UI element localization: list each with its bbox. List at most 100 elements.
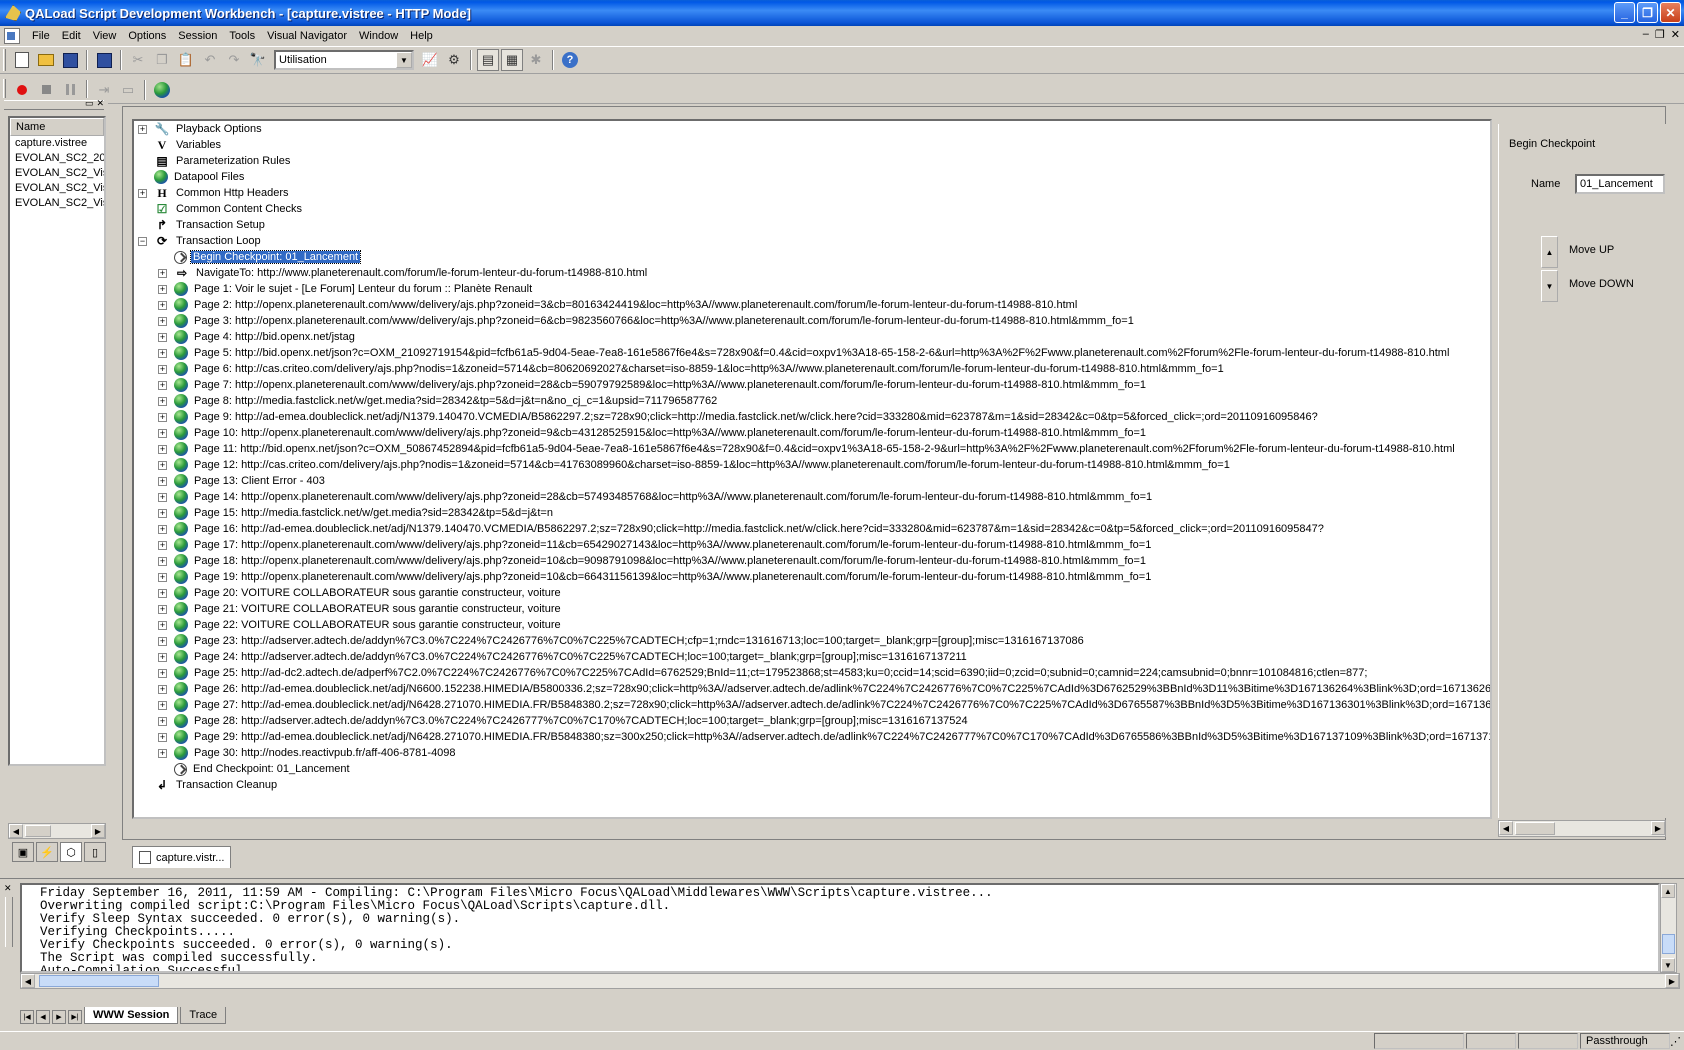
expand-plus-icon[interactable]: + <box>158 348 167 358</box>
session-type-select[interactable]: Utilisation ▼ <box>274 50 414 70</box>
file-item[interactable]: capture.vistree <box>10 136 104 151</box>
tree-node-common-content-checks[interactable]: ☑ Common Content Checks <box>138 201 1490 217</box>
tree-node-page[interactable]: + Page 7: http://openx.planeterenault.com… <box>138 377 1490 393</box>
tree-node-page[interactable]: + Page 17: http://openx.planeterenault.co… <box>138 537 1490 553</box>
tree-node-page[interactable]: + Page 3: http://openx.planeterenault.com… <box>138 313 1490 329</box>
tree-node-parameterization-rules[interactable]: ▤ Parameterization Rules <box>138 153 1490 169</box>
tree-node-page[interactable]: + Page 24: http://adserver.adtech.de/addy… <box>138 649 1490 665</box>
expand-plus-icon[interactable]: + <box>158 604 167 614</box>
resize-grip-icon[interactable]: ⋰ <box>1670 1035 1684 1048</box>
expand-plus-icon[interactable]: + <box>158 540 167 550</box>
tree-node-datapool-files[interactable]: Datapool Files <box>138 169 1490 185</box>
mdi-restore-button[interactable]: ❐ <box>1655 28 1665 41</box>
panel-pin-icon[interactable]: ▭ <box>85 98 94 109</box>
tree-node-transaction-setup[interactable]: ↱ Transaction Setup <box>138 217 1490 233</box>
menu-help[interactable]: Help <box>404 28 439 44</box>
find-icon[interactable]: 🔭 <box>247 49 269 71</box>
scroll-thumb[interactable] <box>1515 822 1555 835</box>
output-close-icon[interactable]: ✕ <box>4 883 12 894</box>
tree-node-page[interactable]: + Page 29: http://ad-emea.doubleclick.net… <box>138 729 1490 745</box>
file-item[interactable]: EVOLAN_SC2_Vis <box>10 196 104 211</box>
convert-icon[interactable]: ⚙ <box>443 49 465 71</box>
expand-plus-icon[interactable]: + <box>158 636 167 646</box>
tree-node-page[interactable]: + Page 1: Voir le sujet - [Le Forum] Lent… <box>138 281 1490 297</box>
tree-node-transaction-loop[interactable]: − ⟳ Transaction Loop <box>138 233 1490 249</box>
convert-capture-icon[interactable]: ▭ <box>117 79 139 101</box>
tree-node-page[interactable]: + Page 26: http://ad-emea.doubleclick.net… <box>138 681 1490 697</box>
tree-node-page[interactable]: + Page 13: Client Error - 403 <box>138 473 1490 489</box>
expand-plus-icon[interactable]: + <box>158 332 167 342</box>
tree-node-page[interactable]: + Page 11: http://bid.openx.net/json?c=OX… <box>138 441 1490 457</box>
tree-node-page[interactable]: + Page 10: http://openx.planeterenault.co… <box>138 425 1490 441</box>
tree-node-transaction-cleanup[interactable]: ↲ Transaction Cleanup <box>138 777 1490 793</box>
properties-hscrollbar[interactable]: ◀ ▶ <box>1498 820 1666 837</box>
expand-plus-icon[interactable]: + <box>158 284 167 294</box>
undo-icon[interactable]: ↶ <box>199 49 221 71</box>
maximize-button[interactable]: ❐ <box>1637 2 1658 23</box>
mdi-close-button[interactable]: ✕ <box>1671 28 1680 41</box>
expand-plus-icon[interactable]: + <box>158 268 167 278</box>
menu-session[interactable]: Session <box>172 28 223 44</box>
tree-node-page[interactable]: + Page 5: http://bid.openx.net/json?c=OXM… <box>138 345 1490 361</box>
dropdown-arrow-icon[interactable]: ▼ <box>396 52 412 68</box>
scroll-thumb[interactable] <box>1662 934 1675 954</box>
scroll-left-icon[interactable]: ◀ <box>21 974 35 988</box>
name-column-header[interactable]: Name <box>10 118 104 136</box>
scroll-right-icon[interactable]: ▶ <box>91 824 105 838</box>
tree-node-playback-options[interactable]: + 🔧 Playback Options <box>138 121 1490 137</box>
expand-plus-icon[interactable]: + <box>158 460 167 470</box>
tab-trace[interactable]: Trace <box>180 1007 227 1024</box>
tree-node-page[interactable]: + Page 6: http://cas.criteo.com/delivery/… <box>138 361 1490 377</box>
tree-node-page[interactable]: + Page 21: VOITURE COLLABORATEUR sous gar… <box>138 601 1490 617</box>
toolbar-grip[interactable] <box>3 49 6 71</box>
qaload-app-icon[interactable] <box>5 5 21 21</box>
scroll-thumb[interactable] <box>25 825 51 837</box>
editor-tab-capture[interactable]: capture.vistr... <box>132 846 232 868</box>
expand-plus-icon[interactable]: + <box>158 716 167 726</box>
minimize-button[interactable]: _ <box>1614 2 1635 23</box>
expand-plus-icon[interactable]: + <box>158 316 167 326</box>
tree-node-page[interactable]: + Page 12: http://cas.criteo.com/delivery… <box>138 457 1490 473</box>
tree-node-page[interactable]: + Page 28: http://adserver.adtech.de/addy… <box>138 713 1490 729</box>
expand-plus-icon[interactable]: + <box>158 732 167 742</box>
output-grip[interactable] <box>5 897 13 947</box>
tree-node-page[interactable]: + Page 16: http://ad-emea.doubleclick.net… <box>138 521 1490 537</box>
tree-node-page[interactable]: + Page 23: http://adserver.adtech.de/addy… <box>138 633 1490 649</box>
tree-node-page[interactable]: + Page 15: http://media.fastclick.net/w/g… <box>138 505 1490 521</box>
save-icon[interactable] <box>59 49 81 71</box>
expand-plus-icon[interactable]: + <box>158 556 167 566</box>
tree-node-page[interactable]: + Page 25: http://ad-dc2.adtech.de/adperf… <box>138 665 1490 681</box>
tree-node-navigate[interactable]: + ⇨ NavigateTo: http://www.planeterenault.… <box>138 265 1490 281</box>
cut-icon[interactable]: ✂ <box>127 49 149 71</box>
wizard-icon[interactable]: ✱ <box>525 49 547 71</box>
tree-node-page[interactable]: + Page 27: http://ad-emea.doubleclick.net… <box>138 697 1490 713</box>
output-vscrollbar[interactable]: ▲ ▼ <box>1660 883 1677 973</box>
open-folder-icon[interactable] <box>35 49 57 71</box>
file-item[interactable]: EVOLAN_SC2_Vis <box>10 181 104 196</box>
tab-www-session[interactable]: WWW Session <box>84 1007 179 1024</box>
output-hscrollbar[interactable]: ◀ ▶ <box>20 973 1680 989</box>
expand-plus-icon[interactable]: + <box>158 364 167 374</box>
tree-node-checkpoint[interactable]: End Checkpoint: 01_Lancement <box>138 761 1490 777</box>
tree-node-page[interactable]: + Page 14: http://openx.planeterenault.co… <box>138 489 1490 505</box>
document-icon[interactable] <box>4 28 20 44</box>
scroll-down-icon[interactable]: ▼ <box>1661 958 1675 972</box>
tree-node-variables[interactable]: V Variables <box>138 137 1490 153</box>
scroll-thumb[interactable] <box>39 975 159 987</box>
expand-plus-icon[interactable]: + <box>158 668 167 678</box>
expand-plus-icon[interactable]: + <box>158 588 167 598</box>
expand-plus-icon[interactable]: + <box>158 684 167 694</box>
expand-plus-icon[interactable]: + <box>158 476 167 486</box>
tab-prev-icon[interactable]: ◀ <box>36 1010 50 1024</box>
expand-plus-icon[interactable]: + <box>158 572 167 582</box>
expand-plus-icon[interactable]: + <box>158 300 167 310</box>
tree-node-page[interactable]: + Page 30: http://nodes.reactivpub.fr/aff… <box>138 745 1490 761</box>
workspace-tab-files-icon[interactable]: ▣ <box>12 842 34 862</box>
menu-file[interactable]: File <box>26 28 56 44</box>
scroll-up-icon[interactable]: ▲ <box>1661 884 1675 898</box>
scroll-left-icon[interactable]: ◀ <box>9 824 23 838</box>
expand-plus-icon[interactable]: + <box>158 380 167 390</box>
checkpoint-name-input[interactable]: 01_Lancement <box>1575 174 1665 194</box>
mdi-minimize-button[interactable]: – <box>1643 28 1649 41</box>
redo-icon[interactable]: ↷ <box>223 49 245 71</box>
